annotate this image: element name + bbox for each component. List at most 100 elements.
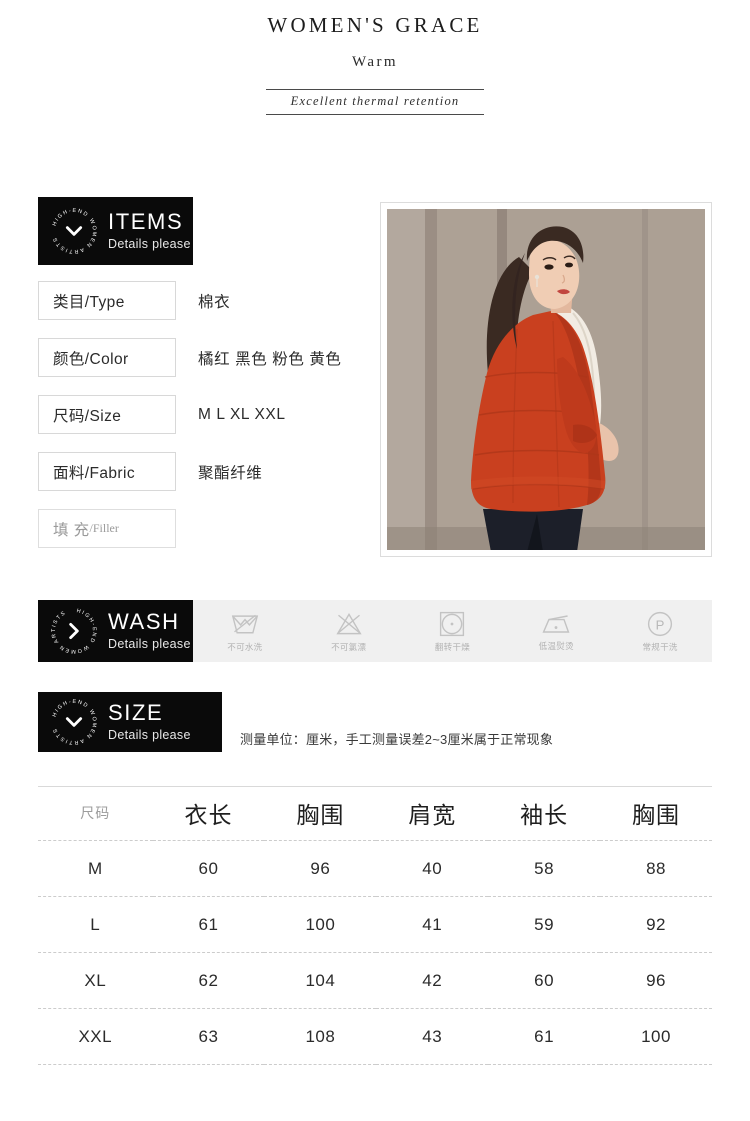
brand-seal: HIGH-END WOMEN ARTISTS [46,694,102,750]
cell-length: 63 [152,1008,265,1065]
wash-care-item: 低温熨烫 [511,611,601,652]
spec-list: 类目/Type 棉衣 颜色/Color 橘红 黑色 粉色 黄色 尺码/Size … [38,281,368,566]
items-badge-subtitle: Details please [108,237,191,252]
divider-bottom [266,114,484,116]
cell-bust2: 88 [600,840,712,897]
svg-text:P: P [656,617,665,632]
cell-shoulder: 40 [376,840,489,897]
size-badge-subtitle: Details please [108,728,191,743]
table-header-row: 尺码 衣长 胸围 肩宽 袖长 胸围 [38,786,712,841]
brand-seal: HIGH-END WOMEN ARTISTS [46,603,102,659]
measurement-note: 测量单位：厘米，手工测量误差2~3厘米属于正常现象 [240,732,554,747]
cell-length: 61 [152,896,265,953]
do-not-wash-icon [231,614,259,633]
cell-sleeve: 61 [488,1008,601,1065]
column-header-size: 尺码 [38,786,153,841]
cell-bust: 104 [264,952,377,1009]
spec-row: 面料/Fabric 聚酯纤维 [38,452,368,492]
wash-badge-title: WASH [108,608,180,634]
tumble-dry-icon [440,611,465,636]
cell-size: XL [38,952,153,1009]
chevron-right-icon [69,622,79,640]
spec-row: 尺码/Size M L XL XXL [38,395,368,435]
wash-care-item: P 常规干洗 [615,610,705,653]
dry-clean-p-icon: P [648,611,673,636]
cell-shoulder: 41 [376,896,489,953]
page-subtitle: Warm [352,54,398,71]
spec-key-size: 尺码/Size [38,395,176,435]
wash-icon-list: 不可水洗 不可氯漂 翻转干燥 低温熨烫 P 常规干洗 [193,600,712,662]
size-header-row: HIGH-END WOMEN ARTISTS SIZE Details plea… [38,692,712,752]
column-header-shoulder: 肩宽 [376,786,489,841]
cell-size: M [38,840,153,897]
chevron-down-icon [65,717,83,727]
spec-row: 类目/Type 棉衣 [38,281,368,321]
spec-key-color: 颜色/Color [38,338,176,378]
items-badge[interactable]: HIGH-END WOMEN ARTISTS ITEMS Details ple… [38,197,193,266]
tagline-block: Excellent thermal retention [266,89,484,116]
cell-sleeve: 59 [488,896,601,953]
column-header-bust2: 胸围 [600,786,712,841]
wash-care-item: 不可水洗 [200,610,290,653]
spec-value-size: M L XL XXL [198,405,286,423]
column-header-sleeve: 袖长 [488,786,601,841]
wash-badge-subtitle: Details please [108,637,191,652]
size-chart-table: 尺码 衣长 胸围 肩宽 袖长 胸围 M 60 96 40 58 88 L 61 … [38,786,712,1065]
do-not-bleach-icon [336,612,362,634]
cell-bust: 96 [264,840,377,897]
spec-value-fabric: 聚酯纤维 [198,464,263,482]
spec-key-filler: 填 充/Filler [38,509,176,549]
spec-value-color: 橘红 黑色 粉色 黄色 [198,350,342,368]
spec-row: 颜色/Color 橘红 黑色 粉色 黄色 [38,338,368,378]
page-title: WOMEN'S GRACE [267,13,483,37]
wash-care-label: 低温熨烫 [538,640,574,651]
items-badge-text: ITEMS Details please [108,208,191,253]
cell-bust2: 96 [600,952,712,1009]
table-row: L 61 100 41 59 92 [38,896,712,953]
wash-care-label: 常规干洗 [642,641,678,652]
product-photo-illustration [387,209,705,550]
column-header-length: 衣长 [152,786,265,841]
wash-badge-text: WASH Details please [108,608,191,653]
wash-care-item: 翻转干燥 [407,610,497,653]
size-badge[interactable]: HIGH-END WOMEN ARTISTS SIZE Details plea… [38,692,222,752]
cell-length: 62 [152,952,265,1009]
size-badge-title: SIZE [108,699,164,725]
page-tagline: Excellent thermal retention [290,94,460,109]
spec-key-filler-cn: 填 充 [53,521,90,539]
wash-section: HIGH-END WOMEN ARTISTS WASH Details plea… [38,600,712,662]
table-row: XL 62 104 42 60 96 [38,952,712,1009]
size-badge-text: SIZE Details please [108,699,191,744]
cell-shoulder: 42 [376,952,489,1009]
spec-key-type: 类目/Type [38,281,176,321]
cell-bust2: 100 [600,1008,712,1065]
column-header-bust: 胸围 [264,786,377,841]
cell-bust: 100 [264,896,377,953]
items-badge-title: ITEMS [108,208,184,234]
page-header: WOMEN'S GRACE Warm Excellent thermal ret… [0,0,750,116]
spec-value-type: 棉衣 [198,293,231,311]
cell-sleeve: 58 [488,840,601,897]
cell-sleeve: 60 [488,952,601,1009]
low-temp-iron-icon [542,614,570,633]
size-section: HIGH-END WOMEN ARTISTS SIZE Details plea… [38,692,712,752]
product-photo [387,209,705,550]
cell-size: XXL [38,1008,153,1065]
chevron-down-icon [65,226,83,236]
cell-shoulder: 43 [376,1008,489,1065]
spec-key-fabric: 面料/Fabric [38,452,176,492]
wash-care-item: 不可氯漂 [304,610,394,653]
product-photo-frame[interactable] [380,202,712,557]
cell-bust: 108 [264,1008,377,1065]
cell-size: L [38,896,153,953]
wash-badge[interactable]: HIGH-END WOMEN ARTISTS WASH Details plea… [38,600,193,662]
spec-key-filler-en: /Filler [89,521,119,536]
table-row: M 60 96 40 58 88 [38,840,712,897]
brand-seal: HIGH-END WOMEN ARTISTS [46,203,102,259]
wash-care-label: 不可氯漂 [331,641,367,652]
cell-length: 60 [152,840,265,897]
wash-care-label: 不可水洗 [227,641,263,652]
wash-care-label: 翻转干燥 [434,641,471,652]
cell-bust2: 92 [600,896,712,953]
table-row: XXL 63 108 43 61 100 [38,1008,712,1065]
